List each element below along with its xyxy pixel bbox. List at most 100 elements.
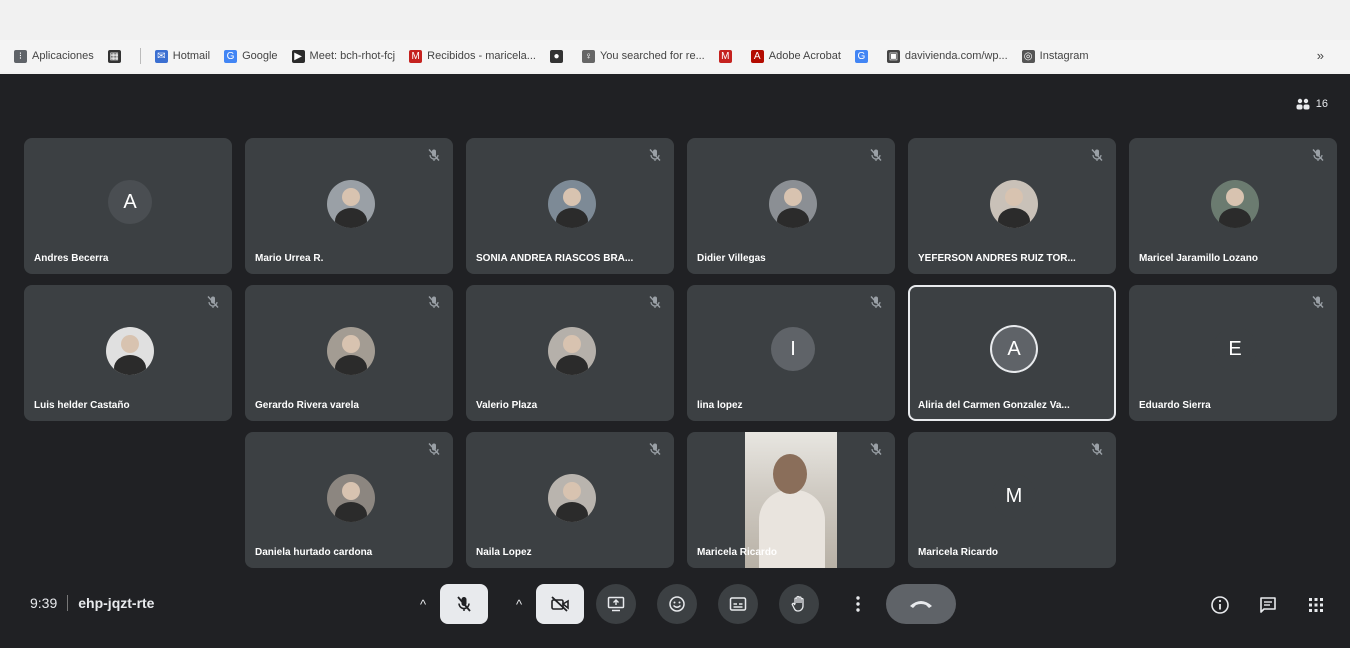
mic-muted-icon <box>649 443 661 455</box>
mic-muted-icon <box>870 296 882 308</box>
participant-name: lina lopez <box>697 400 743 411</box>
participant-count-value: 16 <box>1315 98 1328 110</box>
bookmark-item[interactable]: ◎ Instagram <box>1021 49 1089 63</box>
bookmark-label: Hotmail <box>172 50 211 62</box>
bookmark-item[interactable]: M Recibidos - maricela... <box>409 49 536 63</box>
camera-toggle-button[interactable] <box>536 584 584 624</box>
reactions-button[interactable] <box>657 584 697 624</box>
bookmarks-bar: ⁝ Aplicaciones ▦ ✉ Hotmail G Google ▶ Meet: bch-… <box>0 40 1350 72</box>
mic-muted-icon <box>428 149 440 161</box>
bookmark-label: davivienda.com/wp... <box>904 50 1008 62</box>
avatar: A <box>108 180 152 224</box>
captions-button[interactable] <box>718 584 758 624</box>
participant-tile[interactable]: Mario Urrea R. <box>245 138 453 274</box>
mic-muted-icon <box>428 443 440 455</box>
mic-muted-icon <box>1091 443 1103 455</box>
avatar-photo <box>990 180 1038 228</box>
bookmark-item[interactable]: ▣ davivienda.com/wp... <box>886 49 1008 63</box>
mic-muted-icon <box>870 443 882 455</box>
avatar-photo <box>327 327 375 375</box>
participant-tile[interactable]: A Aliria del Carmen Gonzalez Va... <box>908 285 1116 421</box>
gmail-icon: M <box>718 49 732 63</box>
participant-name: SONIA ANDREA RIASCOS BRA... <box>476 253 634 264</box>
more-options-button[interactable] <box>846 584 870 624</box>
microphone-icon: ♀ <box>581 49 595 63</box>
bookmark-item[interactable]: ♀ You searched for re... <box>581 49 705 63</box>
divider <box>67 595 69 611</box>
participant-name: Daniela hurtado cardona <box>255 547 373 558</box>
hotmail-icon: ✉ <box>154 49 168 63</box>
participant-name: YEFERSON ANDRES RUIZ TOR... <box>918 253 1076 264</box>
google-icon: G <box>854 49 868 63</box>
leave-call-button[interactable] <box>886 584 956 624</box>
present-screen-button[interactable] <box>596 584 636 624</box>
acrobat-icon: A <box>750 49 764 63</box>
participant-tile[interactable]: Daniela hurtado cardona <box>245 432 453 568</box>
present-icon <box>607 596 625 612</box>
avatar-photo <box>548 327 596 375</box>
participant-name: Maricel Jaramillo Lozano <box>1139 253 1258 264</box>
mic-off-icon <box>457 596 471 612</box>
camera-off-icon <box>551 596 569 612</box>
avatar-photo <box>106 327 154 375</box>
mic-options-button[interactable]: ^ <box>415 584 431 624</box>
bookmark-item[interactable]: ▶ Meet: bch-rhot-fcj <box>291 49 395 63</box>
participant-name: Aliria del Carmen Gonzalez Va... <box>918 400 1070 411</box>
captions-icon <box>729 597 747 611</box>
participant-tile[interactable]: SONIA ANDREA RIASCOS BRA... <box>466 138 674 274</box>
mic-muted-icon <box>649 149 661 161</box>
meeting-time: 9:39 <box>30 595 58 611</box>
chat-icon[interactable] <box>1258 595 1278 615</box>
participant-tile[interactable]: Maricel Jaramillo Lozano <box>1129 138 1337 274</box>
mic-muted-icon <box>428 296 440 308</box>
bookmark-item[interactable]: A Adobe Acrobat <box>750 49 841 63</box>
participant-tile[interactable]: A Andres Becerra <box>24 138 232 274</box>
participant-tile[interactable]: Didier Villegas <box>687 138 895 274</box>
meeting-code[interactable]: ehp-jqzt-rte <box>78 595 154 611</box>
site-icon: ▣ <box>886 49 900 63</box>
participant-tile[interactable]: Valerio Plaza <box>466 285 674 421</box>
meet-icon: ▶ <box>291 49 305 63</box>
bookmark-separator <box>139 48 141 64</box>
mic-muted-icon <box>207 296 219 308</box>
avatar-photo <box>1211 180 1259 228</box>
bookmark-item[interactable]: G <box>854 49 873 63</box>
participant-name: Gerardo Rivera varela <box>255 400 359 411</box>
bookmarks-overflow-button[interactable]: » <box>1317 48 1324 63</box>
participant-tile[interactable]: Luis helder Castaño <box>24 285 232 421</box>
participant-tile[interactable]: Gerardo Rivera varela <box>245 285 453 421</box>
raise-hand-button[interactable] <box>779 584 819 624</box>
participant-name: Valerio Plaza <box>476 400 538 411</box>
apps-grid-icon: ⁝ <box>14 49 27 63</box>
mic-toggle-button[interactable] <box>440 584 488 624</box>
avatar: I <box>771 327 815 371</box>
hang-up-icon <box>910 601 932 608</box>
participant-tile[interactable]: Naila Lopez <box>466 432 674 568</box>
avatar: A <box>992 327 1036 371</box>
meeting-details-icon[interactable] <box>1210 595 1230 615</box>
bookmark-item[interactable]: ● <box>549 49 568 63</box>
bookmark-item[interactable]: ⁝ Aplicaciones <box>14 49 94 63</box>
bookmark-item[interactable]: ▦ <box>107 49 126 63</box>
participant-count[interactable]: 16 <box>1296 98 1328 110</box>
activities-grid-icon[interactable] <box>1306 595 1326 615</box>
participant-name: Maricela Ricardo <box>697 547 778 558</box>
mic-muted-icon <box>870 149 882 161</box>
participant-tile[interactable]: M Maricela Ricardo <box>908 432 1116 568</box>
camera-options-button[interactable]: ^ <box>511 584 527 624</box>
participant-tile[interactable]: Ilina lopez <box>687 285 895 421</box>
participant-tile[interactable]: E Eduardo Sierra <box>1129 285 1337 421</box>
bookmark-item[interactable]: M <box>718 49 737 63</box>
participant-tile[interactable]: Maricela Ricardo <box>687 432 895 568</box>
bookmark-item[interactable]: ✉ Hotmail <box>154 49 211 63</box>
mic-muted-icon <box>1091 149 1103 161</box>
hand-icon <box>791 595 804 612</box>
more-vert-icon <box>856 596 860 612</box>
bookmark-item[interactable]: G Google <box>224 49 278 63</box>
meeting-info: 9:39 ehp-jqzt-rte <box>30 595 154 611</box>
avatar-photo <box>548 474 596 522</box>
emoji-icon <box>669 596 685 612</box>
gmail-icon: M <box>409 49 423 63</box>
avatar: E <box>1213 327 1257 371</box>
participant-tile[interactable]: YEFERSON ANDRES RUIZ TOR... <box>908 138 1116 274</box>
